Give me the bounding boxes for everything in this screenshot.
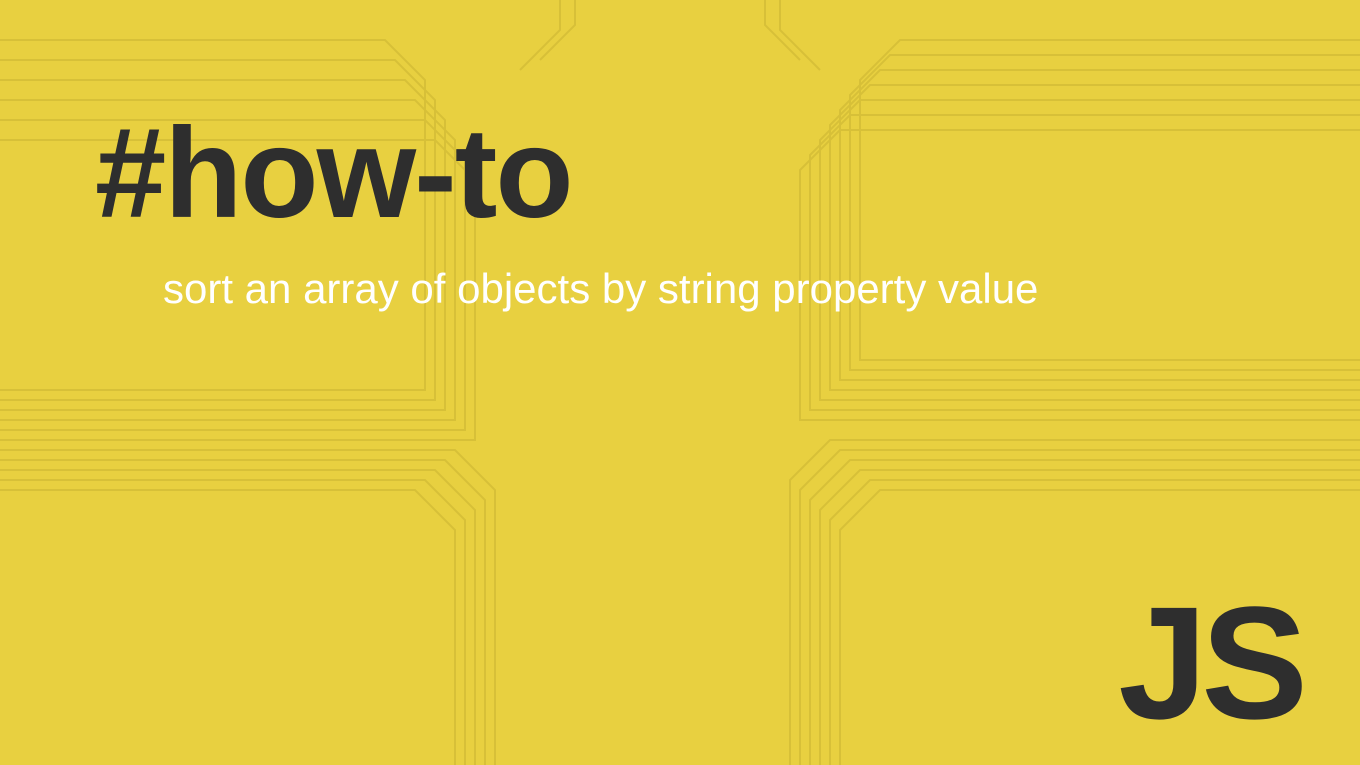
page-subtitle: sort an array of objects by string prope…: [163, 262, 1043, 317]
hero-content: #how-to sort an array of objects by stri…: [95, 110, 1300, 317]
page-heading: #how-to: [95, 110, 1300, 238]
js-logo-badge: JS: [1118, 583, 1302, 743]
